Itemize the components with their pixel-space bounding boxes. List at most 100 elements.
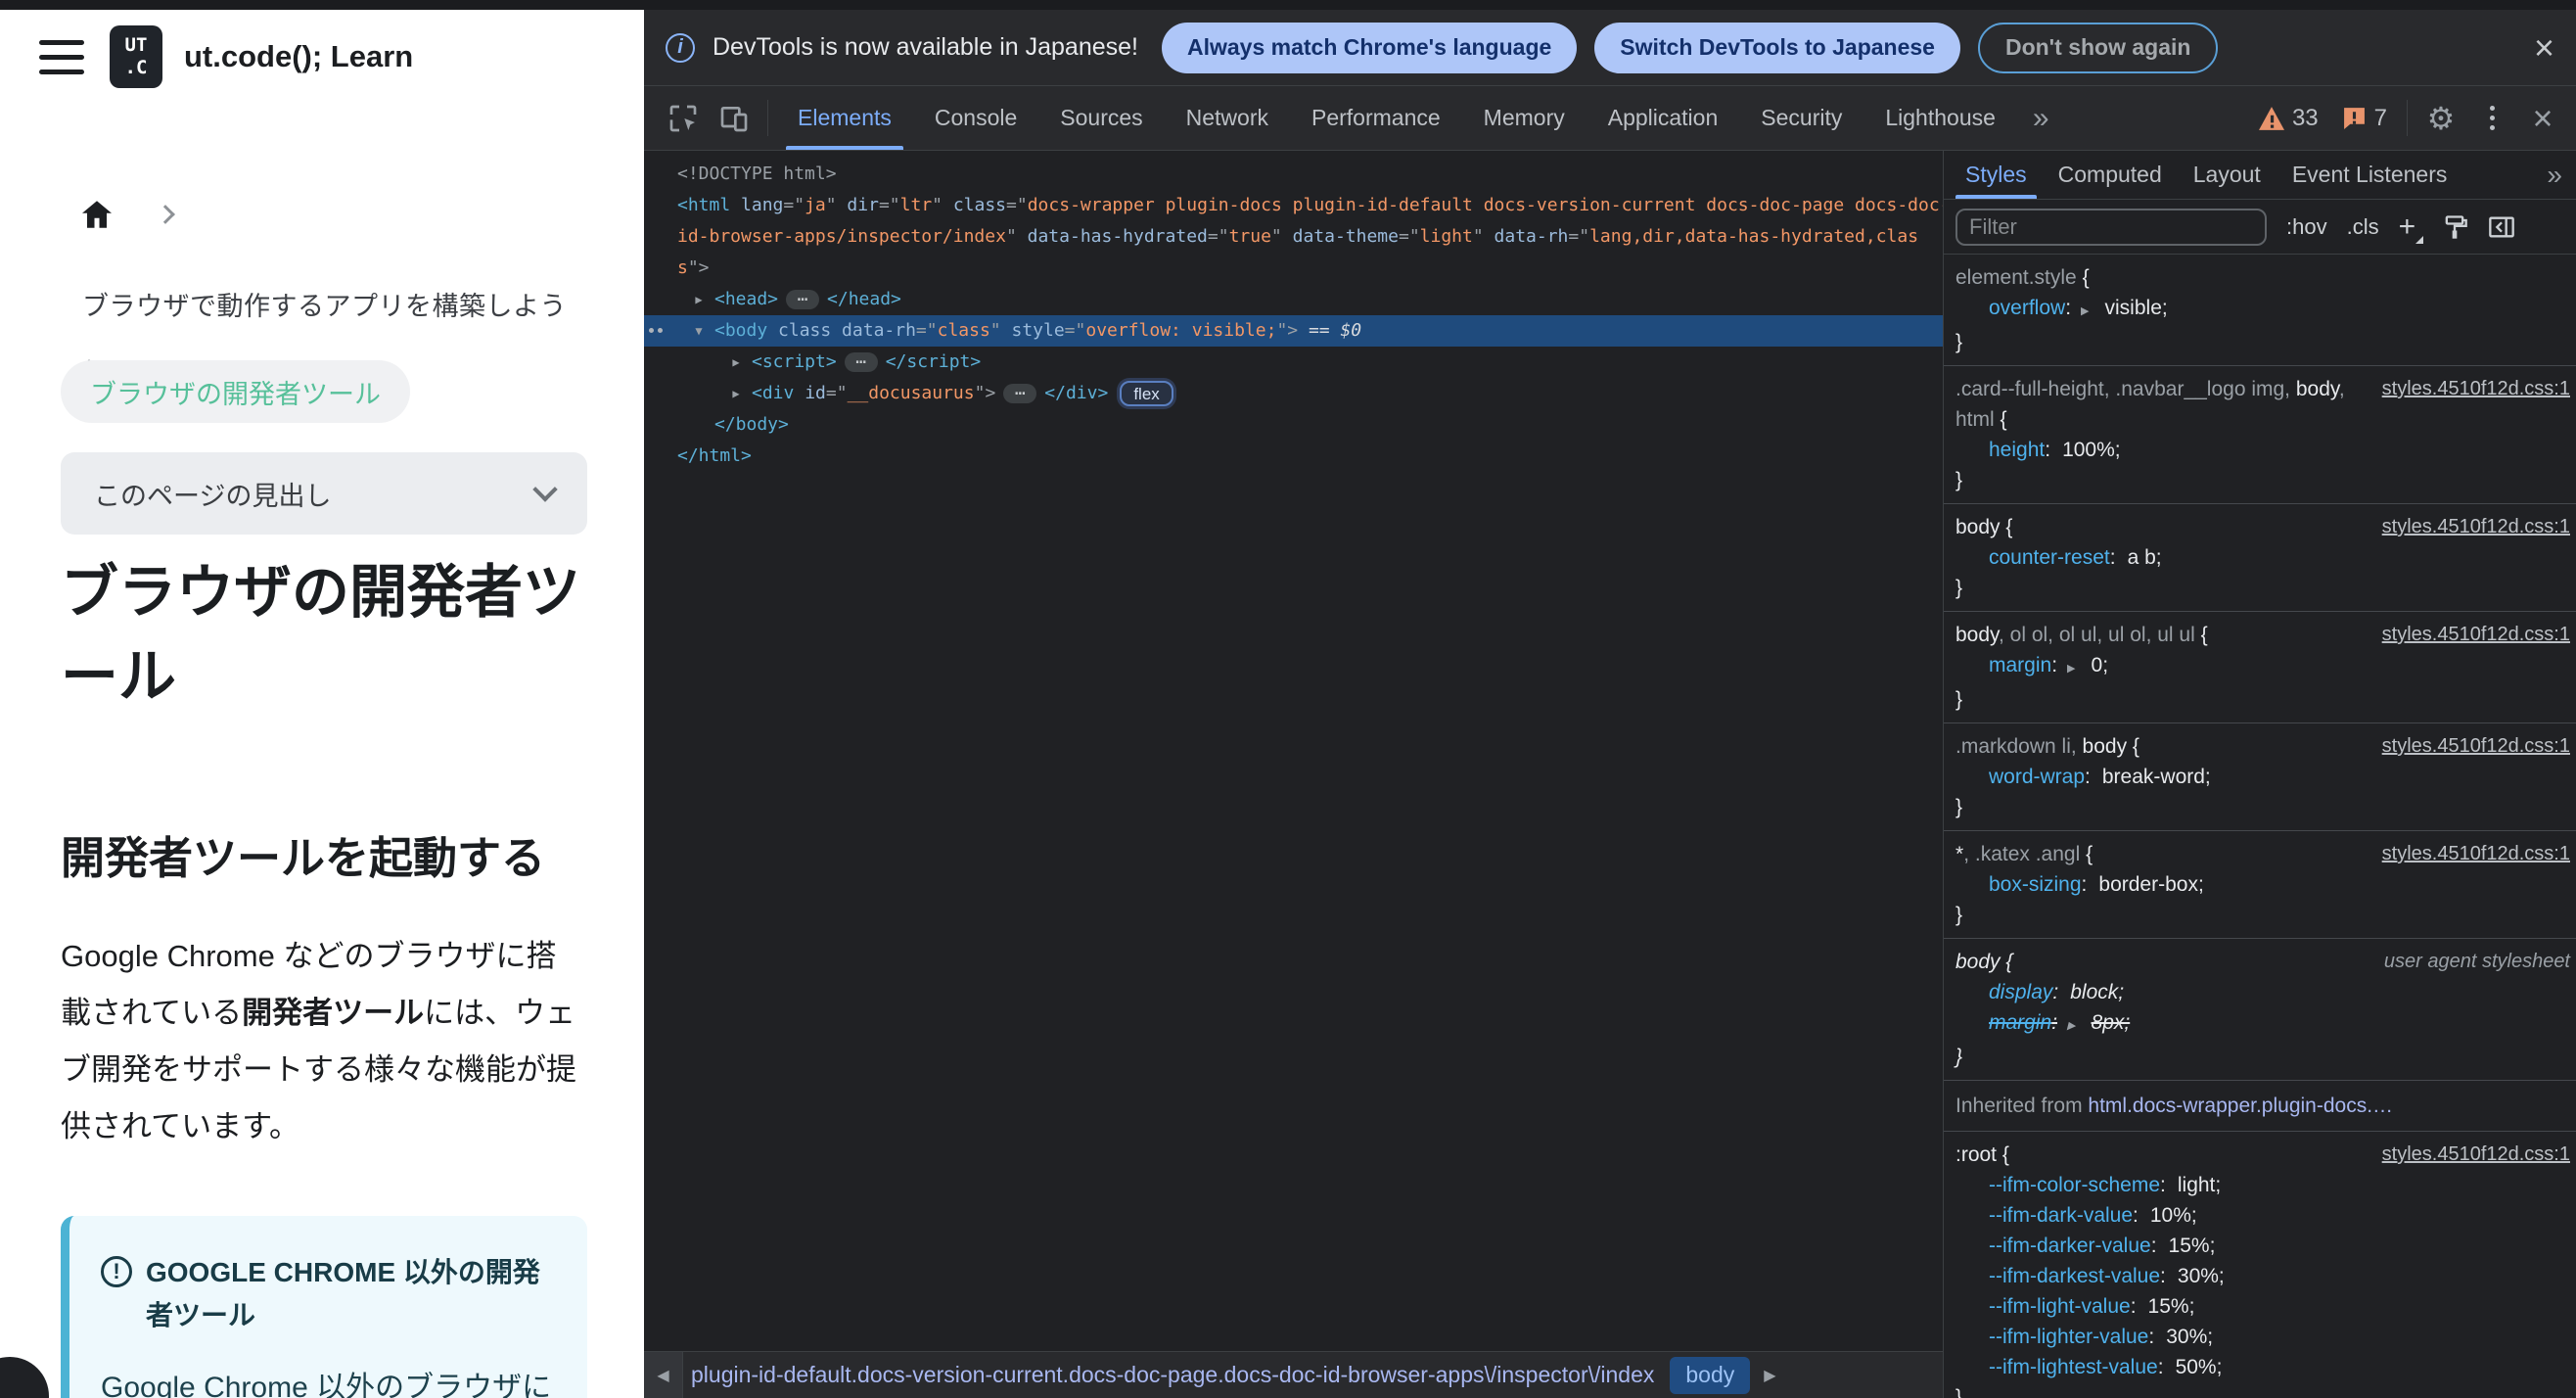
sidebar-tab-event-listeners[interactable]: Event Listeners	[2277, 151, 2463, 199]
css-selector[interactable]: .card--full-height, .navbar__logo img, b…	[1955, 374, 2372, 435]
dom-tree-row[interactable]: ▼ <body class data-rh="class" style="over…	[644, 315, 1943, 347]
css-source-link[interactable]: styles.4510f12d.css:1	[2382, 620, 2570, 650]
css-source-link[interactable]: styles.4510f12d.css:1	[2382, 374, 2570, 404]
styles-filter-input[interactable]	[1955, 208, 2267, 246]
always-match-language-button[interactable]: Always match Chrome's language	[1161, 22, 1578, 73]
notification-close-icon[interactable]: ×	[2534, 29, 2554, 66]
tab-sources[interactable]: Sources	[1038, 86, 1164, 150]
dom-tree-row[interactable]: <html lang="ja" dir="ltr" class="docs-wr…	[644, 190, 1943, 221]
dom-tree-row[interactable]: id-browser-apps/inspector/index" data-ha…	[644, 221, 1943, 253]
breadcrumb-current[interactable]: ブラウザの開発者ツール	[61, 360, 410, 423]
css-declaration[interactable]: --ifm-color-scheme: light;	[1955, 1170, 2570, 1200]
css-declaration[interactable]: --ifm-lighter-value: 30%;	[1955, 1322, 2570, 1352]
inherited-from-header: Inherited from html.docs-wrapper.plugin-…	[1944, 1081, 2576, 1132]
css-declaration[interactable]: --ifm-lightest-value: 50%;	[1955, 1352, 2570, 1382]
css-declaration[interactable]: overflow: ▶ visible;	[1955, 293, 2570, 327]
switch-to-japanese-button[interactable]: Switch DevTools to Japanese	[1594, 22, 1960, 73]
sidebar-tab-styles[interactable]: Styles	[1950, 151, 2043, 199]
expand-arrow-right-icon[interactable]: ▶	[726, 378, 746, 409]
css-declaration[interactable]: height: 100%;	[1955, 435, 2570, 465]
css-declaration[interactable]: --ifm-dark-value: 10%;	[1955, 1200, 2570, 1231]
flex-badge[interactable]: flex	[1120, 381, 1173, 406]
tab-elements[interactable]: Elements	[776, 86, 913, 150]
device-toolbar-icon[interactable]	[709, 86, 759, 150]
toggle-class-button[interactable]: .cls	[2347, 214, 2379, 240]
css-selector[interactable]: *, .katex .angl {	[1955, 839, 2372, 869]
expand-children-button[interactable]: …	[1003, 381, 1037, 403]
issues-badge[interactable]: 7	[2330, 86, 2399, 150]
new-style-rule-button[interactable]: +	[2399, 211, 2423, 244]
css-selector[interactable]: body {	[1955, 947, 2374, 977]
expand-value-icon[interactable]: ▶	[2081, 297, 2089, 327]
code-token: "	[1472, 226, 1484, 247]
css-colon: :	[2065, 297, 2072, 319]
css-source-link[interactable]: styles.4510f12d.css:1	[2382, 731, 2570, 762]
css-declaration[interactable]: margin: ▶ 8px;	[1955, 1007, 2570, 1042]
inherited-node-link[interactable]: html.docs-wrapper.plugin-docs.…	[2088, 1095, 2393, 1117]
tab-memory[interactable]: Memory	[1462, 86, 1587, 150]
css-source-link[interactable]: styles.4510f12d.css:1	[2382, 1140, 2570, 1170]
dom-tree-row[interactable]: ▶ <head> … </head>	[644, 284, 1943, 315]
css-declaration[interactable]: margin: ▶ 0;	[1955, 650, 2570, 684]
breadcrumb-section[interactable]: ブラウザで動作するアプリを構築しよう	[82, 285, 567, 323]
dom-tree-row[interactable]: </html>	[644, 441, 1943, 472]
css-selector[interactable]: :root {	[1955, 1140, 2372, 1170]
kebab-menu-icon[interactable]	[2466, 86, 2517, 150]
warnings-badge[interactable]: 33	[2247, 86, 2330, 150]
tab-performance[interactable]: Performance	[1290, 86, 1462, 150]
floating-button-partial[interactable]	[0, 1357, 49, 1398]
dom-tree-row[interactable]: ▶ <div id="__docusaurus"> … </div> flex	[644, 378, 1943, 409]
site-title[interactable]: ut.code(); Learn	[184, 39, 413, 74]
expand-arrow-right-icon[interactable]: ▶	[726, 347, 746, 378]
breadcrumb-scroll-left-button[interactable]: ◀	[644, 1352, 683, 1398]
toggle-hover-state-button[interactable]: :hov	[2286, 214, 2327, 240]
settings-gear-icon[interactable]: ⚙	[2415, 86, 2466, 150]
breadcrumb-scroll-right-icon[interactable]: ▶	[1750, 1352, 1789, 1398]
css-declaration[interactable]: display: block;	[1955, 977, 2570, 1007]
dom-breadcrumb-path[interactable]: plugin-id-default.docs-version-current.d…	[691, 1352, 1654, 1398]
css-selector[interactable]: body {	[1955, 512, 2372, 542]
tab-network[interactable]: Network	[1165, 86, 1290, 150]
expand-arrow-down-icon[interactable]: ▼	[689, 315, 709, 347]
expand-arrow-right-icon[interactable]: ▶	[689, 284, 709, 315]
toc-collapsible[interactable]: このページの見出し	[61, 452, 587, 535]
dom-tree-row[interactable]: </body>	[644, 409, 1943, 441]
css-selector[interactable]: body, ol ol, ol ul, ul ol, ul ul {	[1955, 620, 2372, 650]
tab-security[interactable]: Security	[1739, 86, 1863, 150]
css-declaration[interactable]: --ifm-darker-value: 15%;	[1955, 1231, 2570, 1261]
rendering-emulation-icon[interactable]	[2441, 213, 2468, 241]
expand-children-button[interactable]: …	[786, 287, 820, 309]
css-declaration[interactable]: --ifm-darkest-value: 30%;	[1955, 1261, 2570, 1291]
hamburger-menu-icon[interactable]	[39, 39, 84, 74]
expand-value-icon[interactable]: ▶	[2067, 654, 2075, 684]
tab-console[interactable]: Console	[913, 86, 1038, 150]
inspect-element-icon[interactable]	[658, 86, 709, 150]
sidebar-tab-layout[interactable]: Layout	[2178, 151, 2277, 199]
dom-tree-row[interactable]: ▶ <script> … </script>	[644, 347, 1943, 378]
expand-children-button[interactable]: …	[844, 350, 878, 372]
sidebar-tab-computed[interactable]: Computed	[2043, 151, 2178, 199]
tab-lighthouse[interactable]: Lighthouse	[1863, 86, 2017, 150]
site-logo[interactable]: UT .C	[110, 25, 162, 88]
css-declaration[interactable]: box-sizing: border-box;	[1955, 869, 2570, 900]
css-rule-close-brace: }	[1955, 1386, 1963, 1398]
css-declaration[interactable]: counter-reset: a b;	[1955, 542, 2570, 573]
collapse-panel-icon[interactable]	[2488, 213, 2515, 241]
dont-show-again-button[interactable]: Don't show again	[1977, 22, 2219, 73]
dom-tree-row[interactable]: <!DOCTYPE html>	[644, 159, 1943, 190]
home-icon[interactable]	[82, 201, 112, 228]
css-declaration[interactable]: --ifm-light-value: 15%;	[1955, 1291, 2570, 1322]
css-selector[interactable]: element.style {	[1955, 262, 2570, 293]
css-source-link[interactable]: styles.4510f12d.css:1	[2382, 512, 2570, 542]
css-source-link[interactable]: styles.4510f12d.css:1	[2382, 839, 2570, 869]
expand-value-icon[interactable]: ▶	[2067, 1011, 2075, 1042]
more-tabs-icon[interactable]: »	[2017, 86, 2065, 150]
css-declaration[interactable]: word-wrap: break-word;	[1955, 762, 2570, 792]
devtools-close-icon[interactable]: ×	[2517, 86, 2568, 150]
dom-breadcrumb-current[interactable]: body	[1670, 1356, 1751, 1394]
sidebar-more-tabs-icon[interactable]: »	[2533, 151, 2576, 199]
tab-application[interactable]: Application	[1587, 86, 1740, 150]
dom-tree-row[interactable]: s">	[644, 253, 1943, 284]
css-selector[interactable]: .markdown li, body {	[1955, 731, 2372, 762]
screenshot-root: UT .C ut.code(); Learn ブラウザで動作するアプリを構築しよ…	[0, 0, 2576, 1398]
